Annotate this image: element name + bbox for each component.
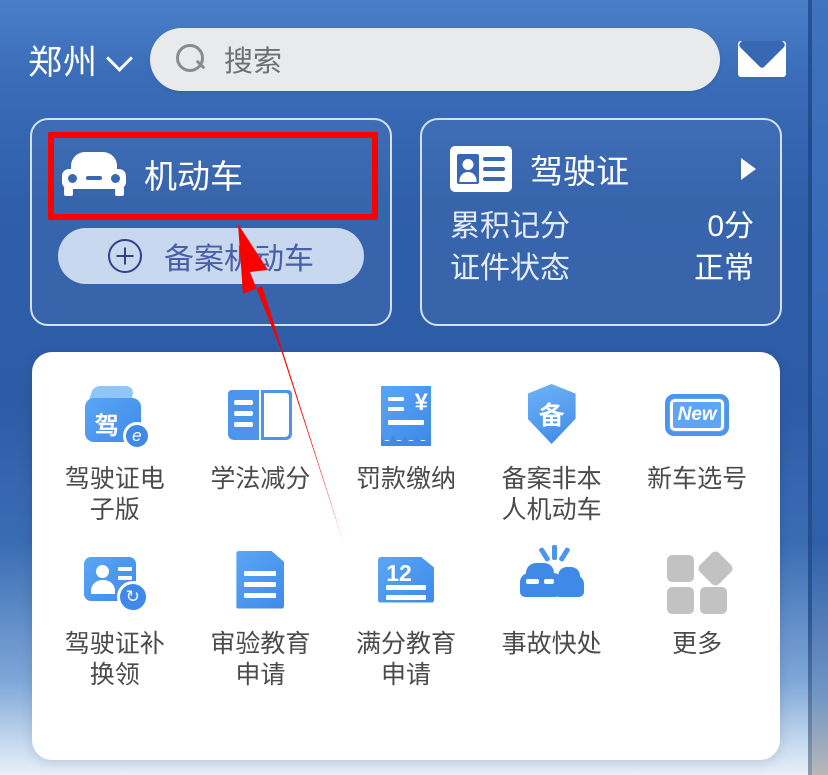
grid-item-license-ebook[interactable]: 驾 e 驾驶证电子版 <box>42 380 188 527</box>
receipt-yen-icon: ¥ <box>370 380 442 452</box>
chevron-down-icon <box>108 47 132 71</box>
license-plate-new-icon: New <box>661 380 733 452</box>
license-card-header[interactable]: 驾驶证 <box>440 136 762 202</box>
service-panel: 驾 e 驾驶证电子版 学法减分 ¥ 罚款缴纳 备 备案非本人机动车 New 新车… <box>32 352 780 760</box>
search-placeholder: 搜索 <box>224 46 283 78</box>
document-12-icon: 12 <box>370 545 442 617</box>
city-selector[interactable]: 郑州 <box>28 35 132 84</box>
chevron-right-icon <box>741 158 756 180</box>
icon-text: ¥ <box>414 389 428 416</box>
grid-item-label: 新车选号 <box>647 465 748 493</box>
id-swap-icon: ↻ <box>79 545 151 617</box>
grid-item-label: 事故快处 <box>501 629 602 658</box>
grid-item-label: 备案非本人机动车 <box>501 465 602 525</box>
cards-row: 机动车 备案机动车 驾驶证 累积记分 0分 证件状态 正常 <box>0 118 812 326</box>
id-card-icon <box>450 146 512 192</box>
search-icon <box>176 44 206 74</box>
license-points-value: 0分 <box>707 210 754 243</box>
license-row-points: 累积记分 0分 <box>440 202 762 244</box>
open-book-icon <box>224 380 296 452</box>
badge: ↻ <box>116 580 149 613</box>
vehicle-card-header[interactable]: 机动车 <box>50 136 372 212</box>
app-screen: 郑州 搜索 机动车 备案机动车 驾驶证 累积记分 0分 证件状态 正常 驾 e … <box>0 0 812 775</box>
shield-record-icon: 备 <box>516 380 588 452</box>
grid-item-new-plate[interactable]: New 新车选号 <box>624 380 770 527</box>
license-row-status: 证件状态 正常 <box>440 244 762 286</box>
grid-item-label: 满分教育申请 <box>355 629 456 689</box>
search-input[interactable]: 搜索 <box>150 27 720 91</box>
grid-item-record-other-vehicle[interactable]: 备 备案非本人机动车 <box>479 380 625 527</box>
car-icon <box>62 152 126 196</box>
city-name: 郑州 <box>28 43 98 82</box>
grid-item-more[interactable]: 更多 <box>624 545 770 692</box>
record-vehicle-button[interactable]: 备案机动车 <box>58 228 364 284</box>
grid-item-study-law[interactable]: 学法减分 <box>188 380 334 527</box>
more-grid-icon <box>661 545 735 617</box>
grid-item-full-score-education[interactable]: 12 满分教育申请 <box>333 545 479 692</box>
license-ebook-icon: 驾 e <box>79 380 151 452</box>
record-vehicle-label: 备案机动车 <box>164 243 314 276</box>
grid-item-label: 学法减分 <box>210 465 311 493</box>
plus-circle-icon <box>108 239 142 273</box>
icon-text: New <box>677 404 717 425</box>
vehicle-card-title: 机动车 <box>144 158 243 195</box>
service-grid: 驾 e 驾驶证电子版 学法减分 ¥ 罚款缴纳 备 备案非本人机动车 New 新车… <box>42 380 770 691</box>
license-card[interactable]: 驾驶证 累积记分 0分 证件状态 正常 <box>420 118 782 326</box>
icon-text: 12 <box>386 559 412 586</box>
car-crash-icon <box>516 544 588 617</box>
grid-item-accident-handling[interactable]: 事故快处 <box>479 544 625 692</box>
grid-item-label: 驾驶证电子版 <box>64 465 165 525</box>
document-lines-icon <box>224 545 296 617</box>
grid-item-review-education[interactable]: 审验教育申请 <box>188 545 334 692</box>
grid-item-label: 驾驶证补换领 <box>64 629 165 689</box>
vehicle-card[interactable]: 机动车 备案机动车 <box>30 118 392 326</box>
license-status-label: 证件状态 <box>450 252 570 285</box>
grid-item-fine-payment[interactable]: ¥ 罚款缴纳 <box>333 380 479 527</box>
badge: e <box>122 422 151 450</box>
mail-icon[interactable] <box>734 31 790 87</box>
grid-item-license-renew[interactable]: ↻ 驾驶证补换领 <box>42 545 188 692</box>
grid-item-label: 罚款缴纳 <box>355 465 456 493</box>
license-points-label: 累积记分 <box>450 210 570 243</box>
icon-text: 备 <box>539 402 565 430</box>
screen-edge-strip <box>812 0 828 775</box>
license-card-title: 驾驶证 <box>530 153 629 190</box>
grid-item-label: 更多 <box>672 629 723 658</box>
status-badge: 正常 <box>694 252 754 285</box>
envelope-glyph <box>738 41 786 77</box>
icon-text: 驾 <box>94 413 119 440</box>
grid-item-label: 审验教育申请 <box>210 629 311 689</box>
app-header: 郑州 搜索 <box>0 0 812 118</box>
